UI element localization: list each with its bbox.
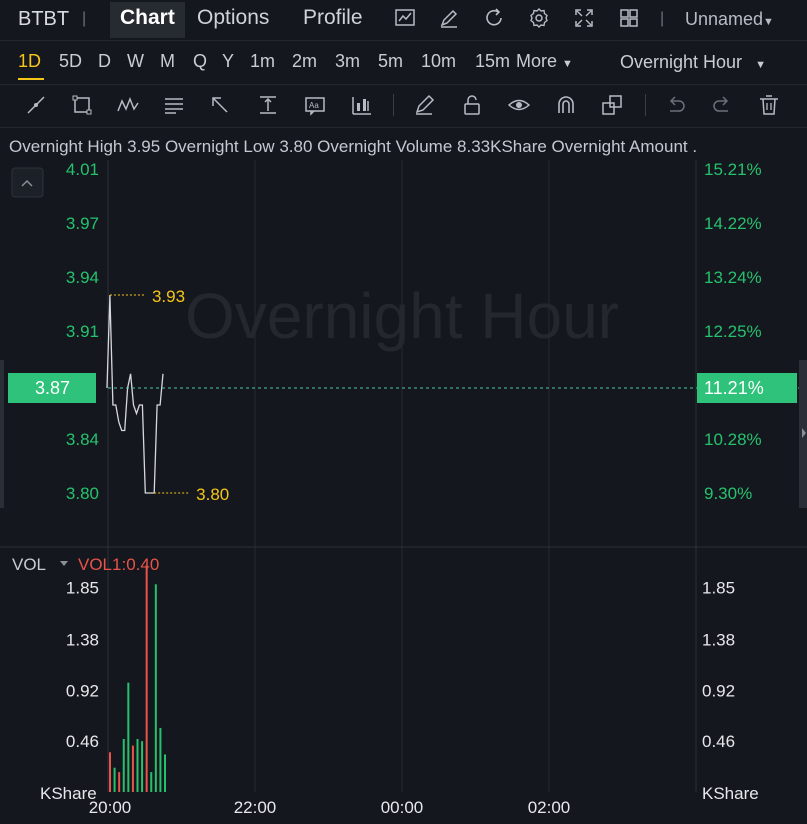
volume-bar [141,741,144,792]
percent-tick-label: 12.25% [704,322,762,341]
indicator-caret-icon[interactable] [60,561,68,566]
time-tick-label: 00:00 [381,798,424,817]
volume-bar [122,738,125,792]
volume-tick-label: 0.92 [702,681,735,700]
session-watermark: Overnight Hour [185,280,619,352]
time-tick-label: 20:00 [89,798,132,817]
price-tick-label: 4.01 [66,160,99,179]
volume-indicator-label[interactable]: VOL [12,555,46,574]
volume-bar [109,752,111,792]
chart-grid [0,160,807,792]
volume-bar [159,727,162,792]
price-tick-label: 3.80 [66,484,99,503]
volume-bar [118,772,121,792]
volume-bar [145,565,148,792]
volume-right-axis: 1.85 1.38 0.92 0.46 [702,579,735,752]
time-tick-label: 02:00 [528,798,571,817]
volume-left-axis: 1.85 1.38 0.92 0.46 [66,579,99,752]
price-tick-label: 3.97 [66,214,99,233]
percent-tick-label: 13.24% [704,268,762,287]
right-percent-axis: 15.21% 14.22% 13.24% 12.25% 10.28% 9.30% [704,160,762,503]
volume-bar [164,754,166,792]
percent-tick-label: 9.30% [704,484,752,503]
current-price-value: 3.87 [35,378,70,398]
time-tick-label: 22:00 [234,798,277,817]
volume-unit-right: KShare [702,784,759,803]
left-price-axis: 4.01 3.97 3.94 3.91 3.84 3.80 [66,160,99,503]
price-series [106,294,164,494]
price-tick-label: 3.94 [66,268,99,287]
volume-bar [154,584,157,792]
price-tick-label: 3.84 [66,430,99,449]
percent-tick-label: 14.22% [704,214,762,233]
price-line [106,294,164,494]
price-tick-label: 3.91 [66,322,99,341]
volume-tick-label: 0.46 [702,732,735,751]
volume-bar [127,682,130,792]
volume-tick-label: 1.85 [66,579,99,598]
volume-tick-label: 1.38 [66,631,99,650]
volume-bar [136,738,139,792]
volume-bars [109,565,166,792]
volume-bar [113,767,116,792]
volume-tick-label: 0.46 [66,732,99,751]
time-axis: 20:00 22:00 00:00 02:00 [89,798,571,817]
volume-bar [131,745,134,792]
high-marker-label: 3.93 [152,287,185,306]
volume-tick-label: 1.38 [702,631,735,650]
current-percent-value: 11.21% [704,378,764,398]
percent-tick-label: 15.21% [704,160,762,179]
volume-tick-label: 0.92 [66,681,99,700]
price-volume-chart[interactable]: Overnight Hour 4.013.973.943.913.843.80 … [0,0,807,824]
volume-tick-label: 1.85 [702,579,735,598]
volume-bar [150,772,153,792]
percent-tick-label: 10.28% [704,430,762,449]
low-marker-label: 3.80 [196,485,229,504]
left-scroll-handle[interactable] [0,360,4,508]
